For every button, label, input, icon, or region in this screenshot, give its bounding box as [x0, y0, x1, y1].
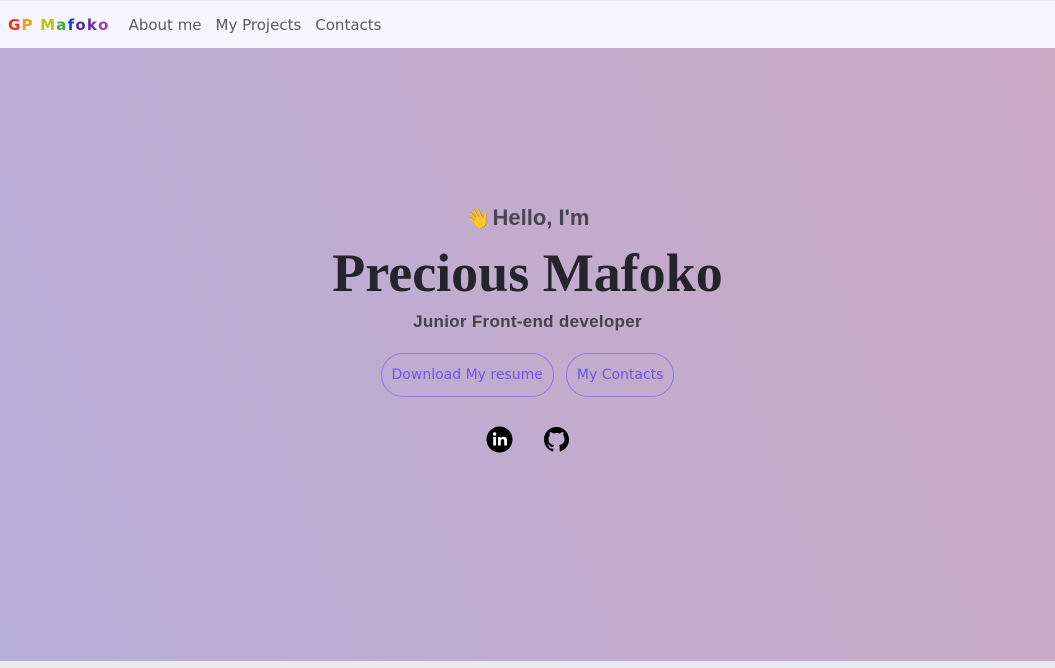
- brand-logo[interactable]: GP Mafoko: [8, 16, 109, 34]
- nav-links: About me My Projects Contacts: [129, 16, 382, 34]
- brand-letter: [34, 16, 39, 34]
- waving-hand-icon: 👋: [465, 208, 491, 230]
- brand-letter: o: [75, 15, 86, 34]
- page-bottom-strip: [0, 661, 1055, 668]
- nav-link-contacts[interactable]: Contacts: [315, 16, 381, 34]
- nav-link-about[interactable]: About me: [129, 16, 202, 34]
- my-contacts-button[interactable]: My Contacts: [565, 353, 675, 397]
- linkedin-icon[interactable]: [486, 426, 513, 453]
- brand-letter: P: [21, 15, 33, 34]
- hero-name: Precious Mafoko: [332, 243, 723, 303]
- hero-section: 👋Hello, I'm Precious Mafoko Junior Front…: [0, 48, 1055, 661]
- greeting-text: Hello, I'm: [492, 205, 590, 230]
- greeting: 👋Hello, I'm: [0, 205, 1055, 231]
- download-resume-button[interactable]: Download My resume: [380, 353, 554, 397]
- brand-letter: f: [67, 15, 75, 34]
- social-links: [0, 426, 1055, 453]
- github-icon[interactable]: [543, 426, 570, 453]
- hero-role: Junior Front-end developer: [413, 312, 642, 331]
- brand-letter: M: [40, 15, 56, 34]
- brand-letter: o: [98, 15, 109, 34]
- brand-letter: G: [8, 15, 21, 34]
- navbar: GP Mafoko About me My Projects Contacts: [0, 0, 1055, 48]
- brand-letter: k: [86, 15, 98, 34]
- nav-link-projects[interactable]: My Projects: [216, 16, 302, 34]
- brand-letter: a: [56, 15, 67, 34]
- hero-buttons: Download My resume My Contacts: [0, 353, 1055, 397]
